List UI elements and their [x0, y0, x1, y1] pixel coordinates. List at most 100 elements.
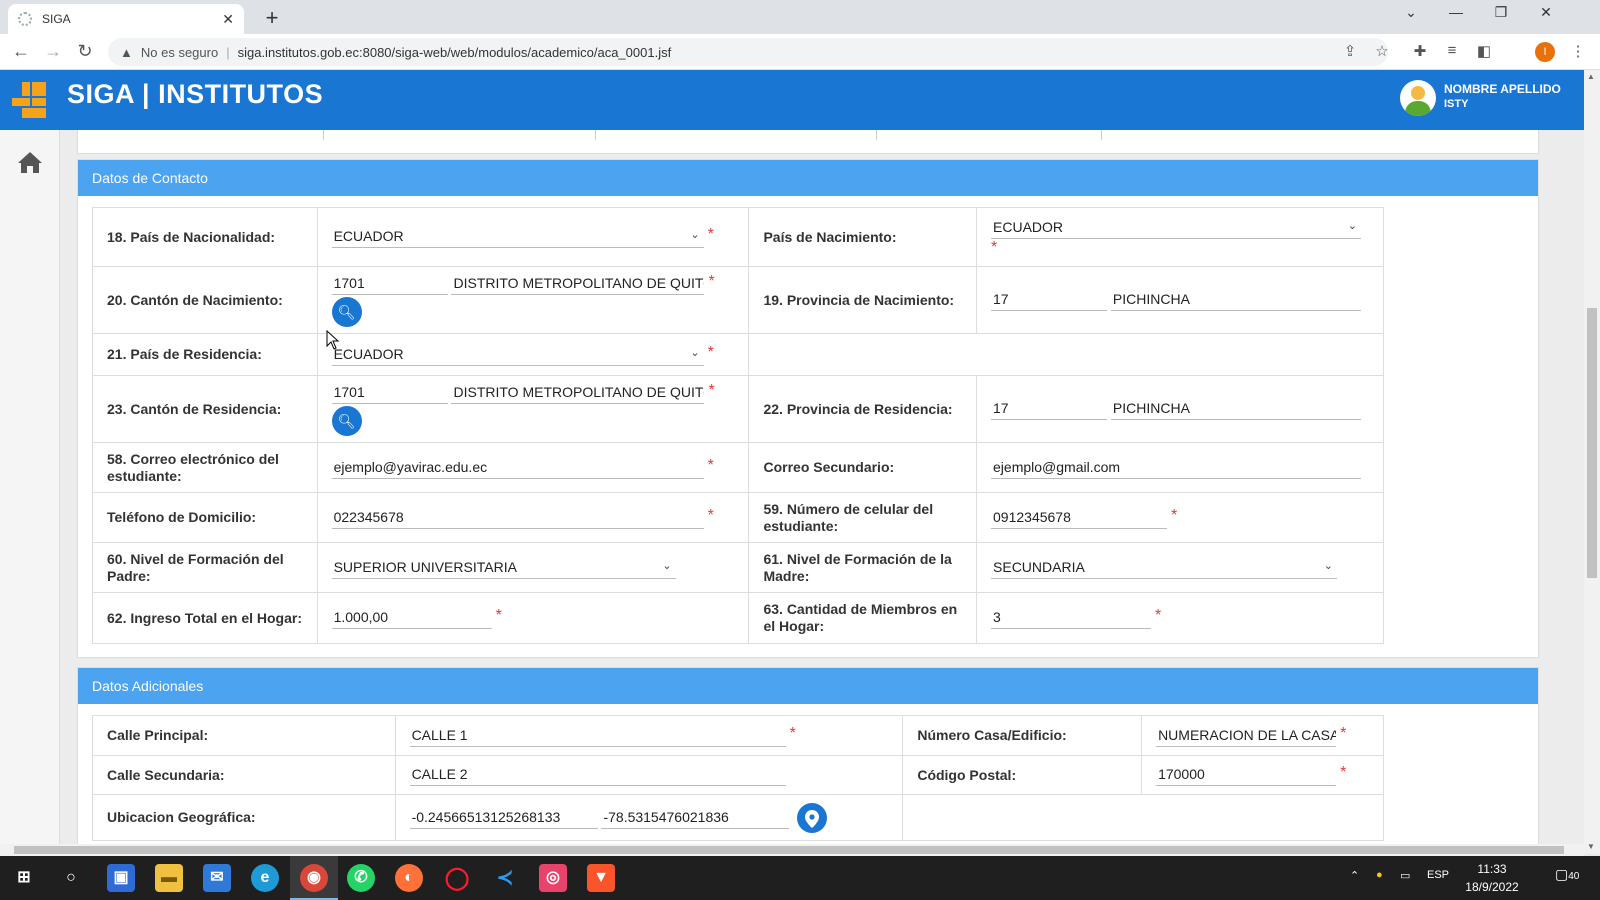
codigo-postal-label: Código Postal:	[902, 755, 1143, 795]
side-panel-icon[interactable]: ◧	[1474, 42, 1494, 60]
window-close-icon[interactable]: ✕	[1531, 4, 1561, 21]
ingreso-hogar-input[interactable]: 1.000,00	[331, 607, 492, 629]
reading-list-icon[interactable]: ≡	[1442, 42, 1462, 59]
pais-residencia-select[interactable]: ECUADOR ⌄	[331, 344, 704, 366]
formacion-madre-select[interactable]: SECUNDARIA ⌄	[991, 557, 1338, 579]
empty-cell	[902, 794, 1384, 841]
browser-tab[interactable]: SIGA ✕	[8, 4, 244, 34]
canton-residencia-name[interactable]: DISTRITO METROPOLITANO DE QUITO	[451, 382, 705, 404]
calle-secundaria-input[interactable]: CALLE 2	[409, 764, 786, 786]
scroll-up-icon[interactable]: ▲	[1587, 72, 1595, 81]
latitude-input[interactable]: -0.24566513125268133	[409, 807, 598, 829]
new-tab-button[interactable]: +	[260, 5, 284, 31]
share-icon[interactable]: ⇪	[1340, 42, 1360, 60]
canton-nacimiento-code[interactable]: 1701	[331, 273, 448, 295]
numero-casa-input[interactable]: NUMERACION DE LA CASA	[1156, 725, 1337, 747]
horizontal-scrollbar[interactable]	[0, 844, 1584, 856]
pais-nacimiento-select[interactable]: ECUADOR ⌄	[991, 217, 1362, 239]
map-location-button[interactable]	[797, 802, 828, 833]
longitude-input[interactable]: -78.5315476021836	[601, 807, 790, 829]
menu-icon[interactable]: ⋮	[1568, 42, 1588, 60]
url-text[interactable]: siga.institutos.gob.ec:8080/siga-web/web…	[238, 45, 672, 60]
calle-principal-input[interactable]: CALLE 1	[409, 725, 786, 747]
minimize-icon[interactable]: —	[1441, 4, 1471, 20]
search-canton-nacimiento-button[interactable]: 🔍︎	[331, 297, 362, 327]
required-mark: *	[1155, 607, 1162, 624]
provincia-nacimiento-name[interactable]: PICHINCHA	[1110, 289, 1361, 311]
formacion-madre-label: 61. Nivel de Formación de la Madre:	[748, 542, 978, 593]
clock-time: 11:33	[1477, 862, 1507, 876]
formacion-padre-select[interactable]: SUPERIOR UNIVERSITARIA ⌄	[331, 557, 676, 579]
edge-icon[interactable]: e	[251, 864, 279, 892]
required-mark: *	[707, 226, 714, 243]
windows-start-icon[interactable]: ⊞	[10, 864, 38, 892]
canton-residencia-code[interactable]: 1701	[331, 382, 448, 404]
required-mark: *	[708, 273, 715, 290]
provincia-residencia-code[interactable]: 17	[991, 398, 1108, 420]
back-icon[interactable]: ←	[10, 41, 32, 62]
required-mark: *	[707, 343, 714, 361]
tray-app-icon[interactable]: ●	[1376, 869, 1383, 881]
miembros-hogar-input[interactable]: 3	[991, 607, 1152, 629]
correo-estudiante-input[interactable]: ejemplo@yavirac.edu.ec	[331, 457, 704, 479]
telefono-domicilio-input[interactable]: 022345678	[331, 507, 704, 529]
security-label[interactable]: No es seguro	[141, 45, 218, 60]
search-canton-residencia-button[interactable]: 🔍︎	[331, 406, 362, 436]
taskbar: ⊞ ○ ▣ ▬ ✉ e ◉ ✆ ◐ ◯ ≺ ◎ ▼ ⌃ ● ▭ ESP 11:3…	[0, 856, 1600, 900]
pais-nacimiento-label: País de Nacimiento:	[748, 207, 978, 267]
file-explorer-icon[interactable]: ▬	[155, 864, 183, 892]
clock-date: 18/9/2022	[1465, 880, 1519, 894]
warning-icon[interactable]: ▲	[120, 45, 133, 60]
search-circle-icon[interactable]: ○	[57, 864, 85, 892]
forward-icon[interactable]: →	[42, 41, 64, 62]
tray-chevron-icon[interactable]: ⌃	[1350, 869, 1359, 882]
scroll-down-icon[interactable]: ▼	[1587, 842, 1595, 851]
required-mark: *	[991, 239, 998, 256]
user-name[interactable]: NOMBRE APELLIDO	[1444, 82, 1561, 96]
celular-input[interactable]: 0912345678	[991, 507, 1168, 529]
required-mark: *	[707, 456, 714, 474]
language-indicator[interactable]: ESP	[1427, 869, 1449, 881]
correo-secundario-input[interactable]: ejemplo@gmail.com	[991, 457, 1362, 479]
camera-icon[interactable]: ◎	[539, 864, 567, 892]
required-mark: *	[495, 607, 502, 624]
provincia-residencia-name[interactable]: PICHINCHA	[1110, 398, 1361, 420]
restore-icon[interactable]: ❐	[1486, 4, 1516, 21]
scrollbar-thumb[interactable]	[14, 846, 1564, 854]
empty-cell	[748, 333, 1384, 376]
opera-icon[interactable]: ◯	[443, 864, 471, 892]
notification-icon[interactable]: ▢40	[1555, 866, 1579, 883]
tab-search-icon[interactable]: ⌄	[1396, 4, 1426, 21]
firefox-icon[interactable]: ◐	[395, 864, 423, 892]
extensions-icon[interactable]: ✚	[1410, 42, 1430, 60]
provincia-nacimiento-code[interactable]: 17	[991, 289, 1108, 311]
close-icon[interactable]: ✕	[222, 11, 234, 28]
profile-avatar[interactable]: I	[1535, 42, 1555, 62]
required-mark: *	[708, 382, 715, 399]
vertical-scrollbar[interactable]: ▲ ▼	[1584, 70, 1600, 854]
pais-nacionalidad-select[interactable]: ECUADOR ⌄	[331, 226, 704, 248]
brave-icon[interactable]: ▼	[587, 864, 615, 892]
calle-secundaria-label: Calle Secundaria:	[92, 755, 396, 795]
siga-logo-icon	[12, 82, 48, 118]
mouse-cursor-icon	[326, 330, 340, 350]
scrollbar-thumb[interactable]	[1587, 308, 1597, 578]
user-role: ISTY	[1444, 98, 1469, 110]
reload-icon[interactable]: ↻	[74, 41, 96, 62]
vscode-icon[interactable]: ≺	[491, 864, 519, 892]
clock[interactable]: 11:33 18/9/2022	[1460, 860, 1524, 896]
network-icon[interactable]: ▭	[1400, 869, 1410, 882]
whatsapp-icon[interactable]: ✆	[347, 864, 375, 892]
user-avatar-icon[interactable]	[1400, 80, 1436, 116]
mail-icon[interactable]: ✉	[203, 864, 231, 892]
formacion-padre-label: 60. Nivel de Formación del Padre:	[92, 542, 318, 593]
codigo-postal-input[interactable]: 170000	[1156, 764, 1337, 786]
store-icon[interactable]: ▣	[107, 864, 135, 892]
address-bar[interactable]: ▲ No es seguro | siga.institutos.gob.ec:…	[108, 38, 1388, 66]
home-icon[interactable]	[17, 150, 43, 174]
star-icon[interactable]: ☆	[1372, 42, 1392, 60]
chevron-down-icon: ⌄	[1323, 559, 1334, 572]
required-mark: *	[1340, 724, 1347, 742]
canton-nacimiento-name[interactable]: DISTRITO METROPOLITANO DE QUITO	[451, 273, 705, 295]
chrome-icon[interactable]: ◉	[300, 864, 328, 892]
